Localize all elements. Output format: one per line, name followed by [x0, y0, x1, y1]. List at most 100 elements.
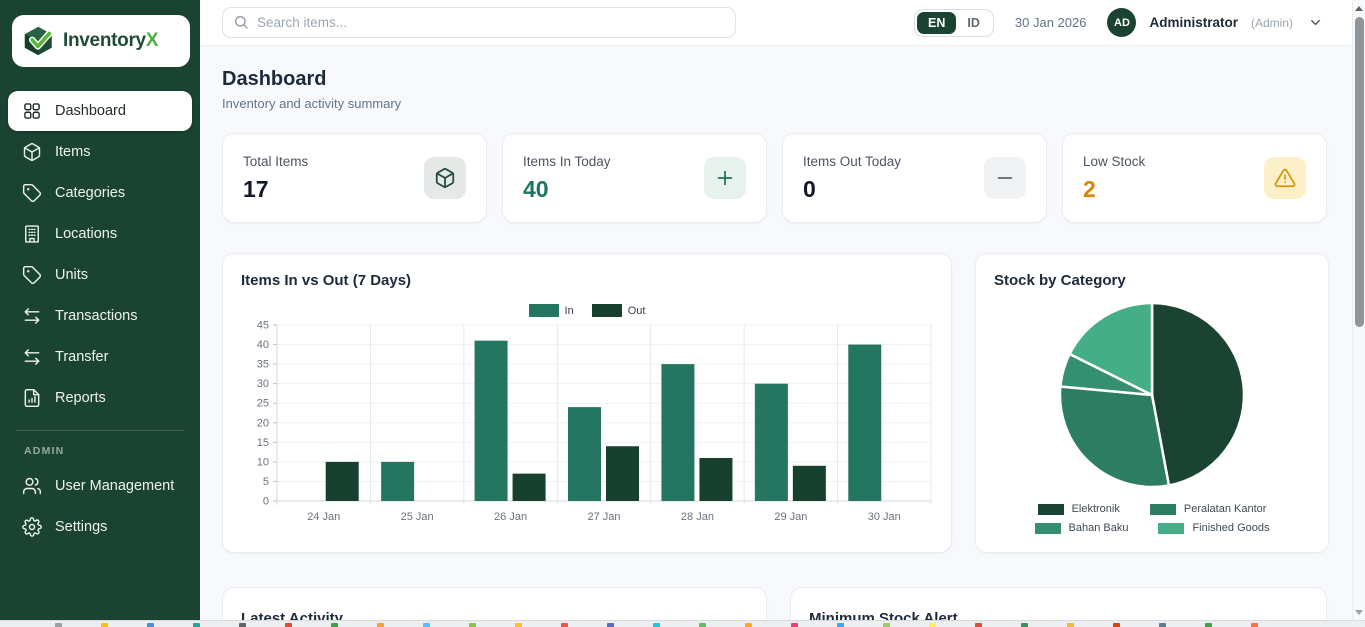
taskbar-app-icon[interactable]	[1021, 623, 1028, 627]
svg-text:5: 5	[263, 476, 269, 488]
arrows-swap-icon	[22, 306, 42, 326]
taskbar-app-icon[interactable]	[837, 623, 844, 627]
report-icon	[22, 388, 42, 408]
sidebar-item-label: Locations	[55, 226, 117, 242]
taskbar-app-icon[interactable]	[699, 623, 706, 627]
sidebar-item-locations[interactable]: Locations	[8, 214, 192, 254]
chevron-down-icon[interactable]	[1308, 15, 1323, 30]
sidebar-item-transfer[interactable]: Transfer	[8, 337, 192, 377]
taskbar-app-icon[interactable]	[239, 623, 246, 627]
taskbar[interactable]	[0, 620, 1365, 627]
page-subtitle: Inventory and activity summary	[222, 96, 1327, 111]
taskbar-app-icon[interactable]	[377, 623, 384, 627]
svg-text:25: 25	[257, 398, 269, 410]
legend-item-in: In	[529, 304, 574, 317]
user-role: (Admin)	[1251, 16, 1293, 30]
stat-text: Low Stock2	[1083, 154, 1145, 203]
taskbar-app-icon[interactable]	[1113, 623, 1120, 627]
sidebar: InventoryX DashboardItems Categories Locat…	[0, 0, 200, 620]
dashboard-content: Dashboard Inventory and activity summary…	[200, 46, 1365, 620]
taskbar-app-icon[interactable]	[607, 623, 614, 627]
minimum-stock-alert-title: Minimum Stock Alert	[809, 610, 1308, 620]
legend-label: Finished Goods	[1192, 522, 1269, 534]
svg-text:35: 35	[257, 359, 269, 371]
arrows-swap-icon	[22, 347, 42, 367]
sidebar-item-reports[interactable]: Reports	[8, 378, 192, 418]
building-icon	[22, 224, 42, 244]
taskbar-app-icon[interactable]	[1067, 623, 1074, 627]
stat-card-low-stock: Low Stock2	[1062, 133, 1327, 223]
taskbar-app-icon[interactable]	[101, 623, 108, 627]
taskbar-app-icon[interactable]	[745, 623, 752, 627]
sidebar-item-dashboard[interactable]: Dashboard	[8, 91, 192, 131]
sidebar-item-transactions[interactable]: Transactions	[8, 296, 192, 336]
minimum-stock-alert-panel: Minimum Stock Alert	[790, 587, 1327, 620]
logo[interactable]: InventoryX	[12, 15, 190, 67]
sidebar-nav: DashboardItemsCategoriesLocationsUnitsTr…	[0, 91, 200, 418]
svg-text:26 Jan: 26 Jan	[494, 511, 527, 523]
legend-label: In	[565, 305, 574, 317]
svg-text:28 Jan: 28 Jan	[681, 511, 714, 523]
sidebar-item-label: Categories	[55, 185, 125, 201]
stat-value: 17	[243, 176, 308, 203]
svg-text:29 Jan: 29 Jan	[774, 511, 807, 523]
scrollbar-down-arrow[interactable]	[1353, 605, 1365, 619]
taskbar-app-icon[interactable]	[193, 623, 200, 627]
svg-text:27 Jan: 27 Jan	[587, 511, 620, 523]
legend-swatch	[1035, 523, 1061, 534]
sidebar-item-settings[interactable]: Settings	[8, 507, 192, 547]
taskbar-app-icon[interactable]	[285, 623, 292, 627]
search-icon	[233, 14, 249, 30]
gear-icon	[22, 517, 42, 537]
svg-text:25 Jan: 25 Jan	[401, 511, 434, 523]
tag-icon	[22, 183, 42, 203]
taskbar-app-icon[interactable]	[55, 623, 62, 627]
taskbar-app-icon[interactable]	[1159, 623, 1166, 627]
sidebar-item-label: Transfer	[55, 349, 108, 365]
stat-value: 0	[803, 176, 901, 203]
svg-text:40: 40	[257, 339, 269, 351]
taskbar-app-icon[interactable]	[423, 623, 430, 627]
user-name: Administrator	[1149, 15, 1238, 30]
taskbar-app-icon[interactable]	[653, 623, 660, 627]
taskbar-app-icon[interactable]	[1205, 623, 1212, 627]
taskbar-app-icon[interactable]	[147, 623, 154, 627]
pie-chart-legend: ElektronikPeralatan KantorBahan BakuFini…	[994, 503, 1310, 534]
minus-icon	[984, 157, 1026, 199]
sidebar-item-items[interactable]: Items	[8, 132, 192, 172]
scrollbar-thumb[interactable]	[1355, 17, 1364, 327]
legend-item-elektronik: Elektronik	[1038, 503, 1120, 515]
taskbar-app-icon[interactable]	[929, 623, 936, 627]
taskbar-app-icon[interactable]	[561, 623, 568, 627]
taskbar-app-icon[interactable]	[331, 623, 338, 627]
sidebar-item-units[interactable]: Units	[8, 255, 192, 295]
plus-icon	[704, 157, 746, 199]
stat-card-items-out-today: Items Out Today0	[782, 133, 1047, 223]
lang-en-button[interactable]: EN	[917, 12, 956, 34]
pie-slice-peralatan-kantor	[1060, 387, 1169, 487]
stat-label: Total Items	[243, 154, 308, 169]
latest-activity-panel: Latest Activity	[222, 587, 767, 620]
svg-text:0: 0	[263, 496, 269, 508]
admin-section-label: ADMIN	[0, 441, 200, 465]
taskbar-app-icon[interactable]	[469, 623, 476, 627]
avatar[interactable]: AD	[1107, 8, 1136, 37]
language-toggle: EN ID	[914, 9, 994, 37]
taskbar-app-icon[interactable]	[883, 623, 890, 627]
charts-row: Items In vs Out (7 Days) InOut 051015202…	[222, 253, 1327, 553]
sidebar-item-categories[interactable]: Categories	[8, 173, 192, 213]
page-title: Dashboard	[222, 68, 1327, 91]
taskbar-app-icon[interactable]	[975, 623, 982, 627]
lang-id-button[interactable]: ID	[956, 12, 991, 34]
sidebar-item-user-management[interactable]: User Management	[8, 466, 192, 506]
taskbar-app-icon[interactable]	[515, 623, 522, 627]
search-input[interactable]	[222, 7, 736, 38]
logo-cube-check-icon	[22, 24, 56, 58]
search-box	[222, 7, 736, 38]
taskbar-app-icon[interactable]	[791, 623, 798, 627]
legend-item-out: Out	[592, 304, 646, 317]
tag-icon	[22, 265, 42, 285]
taskbar-app-icon[interactable]	[1251, 623, 1258, 627]
scrollbar-up-arrow[interactable]	[1353, 1, 1365, 15]
stat-label: Items In Today	[523, 154, 611, 169]
